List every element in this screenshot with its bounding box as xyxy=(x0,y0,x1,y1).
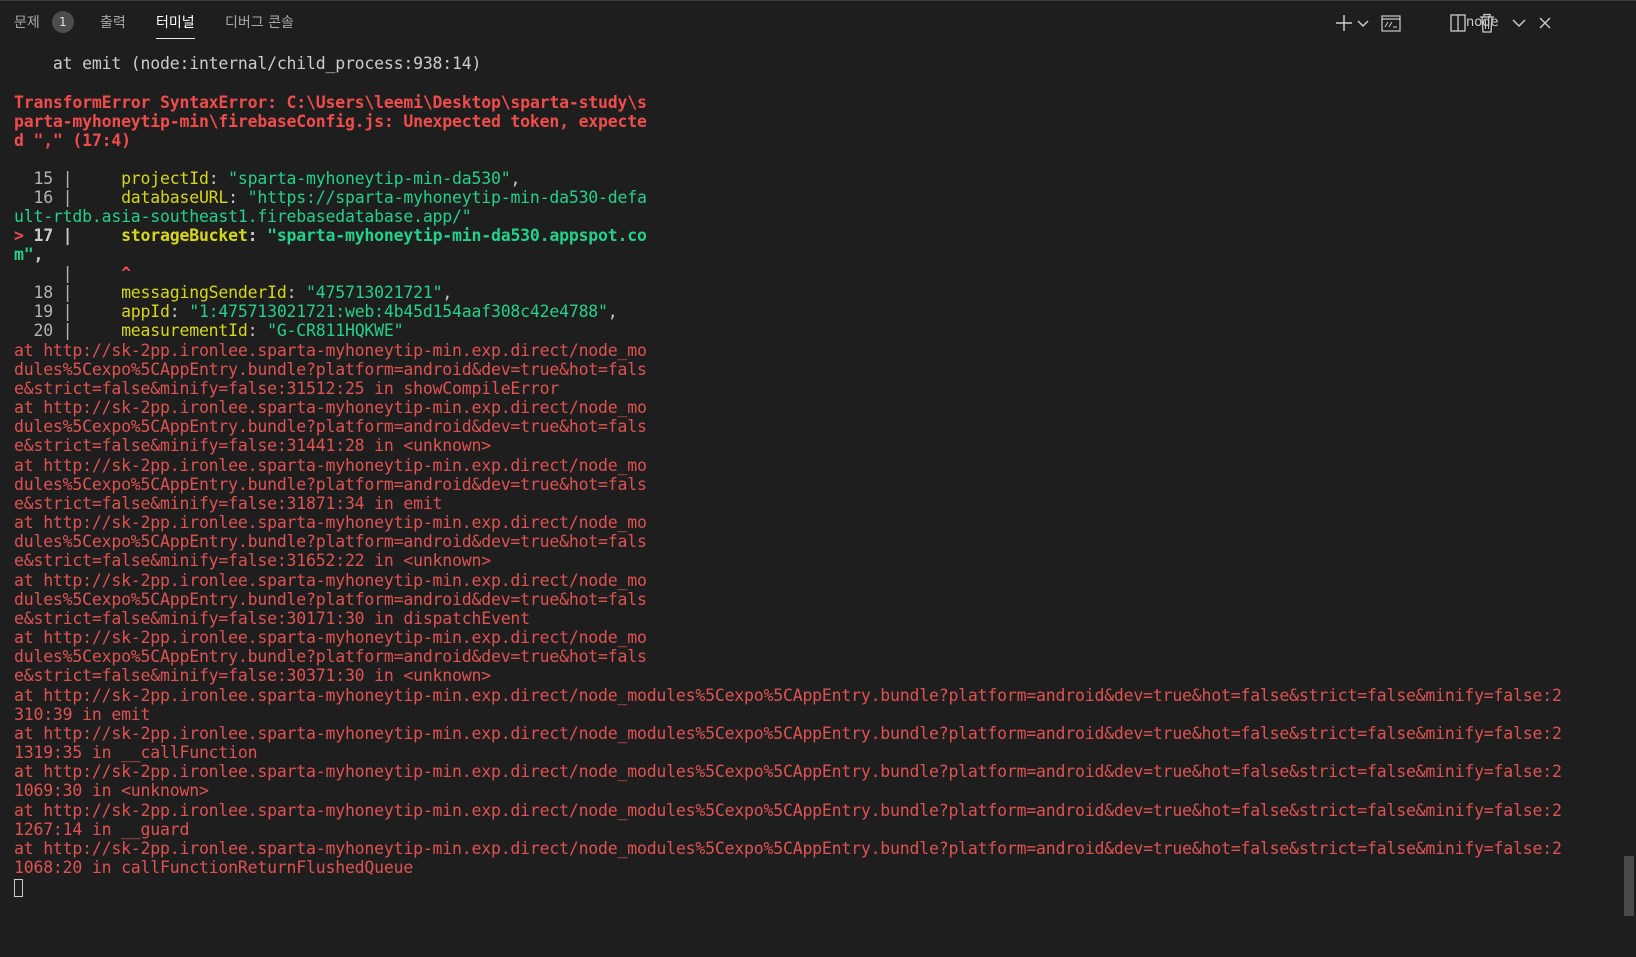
terminal-panel: 문제 1 출력 터미널 디버그 콘솔 node at emit (node:in… xyxy=(0,0,1636,957)
stack-trace-line: at http://sk-2pp.ironlee.sparta-myhoneyt… xyxy=(14,571,647,590)
code-line: ult-rtdb.asia-southeast1.firebasedatabas… xyxy=(14,207,472,227)
stack-trace-line: at http://sk-2pp.ironlee.sparta-myhoneyt… xyxy=(14,686,1562,705)
stack-trace-line: at http://sk-2pp.ironlee.sparta-myhoneyt… xyxy=(14,724,1562,743)
problems-count-badge: 1 xyxy=(51,11,74,33)
terminal-cursor xyxy=(14,879,23,897)
tab-terminal-label: 터미널 xyxy=(156,15,195,31)
stack-trace-line: at http://sk-2pp.ironlee.sparta-myhoneyt… xyxy=(14,762,1562,781)
code-key: projectId xyxy=(121,169,209,188)
stack-trace-line: e&strict=false&minify=false:31871:34 in … xyxy=(14,494,443,513)
code-key: storageBucket xyxy=(121,226,248,245)
stack-trace-line: dules%5Cexpo%5CAppEntry.bundle?platform=… xyxy=(14,532,647,551)
line-number: 19 | xyxy=(14,302,122,321)
stack-trace-line: 310:39 in emit xyxy=(14,705,151,724)
tab-output[interactable]: 출력 xyxy=(100,1,126,43)
code-colon: : xyxy=(247,321,268,340)
terminal-scrollbar[interactable] xyxy=(1624,856,1634,916)
terminal-line: at emit (node:internal/child_process:938… xyxy=(14,54,482,73)
tab-problems-label: 문제 xyxy=(14,15,40,31)
code-string: "https://sparta-myhoneytip-min-da530-def… xyxy=(247,188,647,207)
code-comma: , xyxy=(33,245,44,264)
tab-debug-console-label: 디버그 콘솔 xyxy=(225,15,294,31)
stack-trace-line: dules%5Cexpo%5CAppEntry.bundle?platform=… xyxy=(14,417,647,436)
code-comma: , xyxy=(442,283,453,302)
code-line: 18 | messagingSenderId: "475713021721", xyxy=(14,283,452,303)
error-line: TransformError SyntaxError: C:\Users\lee… xyxy=(14,93,647,112)
stack-trace-line: e&strict=false&minify=false:31652:22 in … xyxy=(14,551,491,570)
stack-trace-line: 1068:20 in callFunctionReturnFlushedQueu… xyxy=(14,858,414,877)
code-string: "G-CR811HQKWE" xyxy=(267,321,404,340)
code-line-highlighted: m", xyxy=(14,245,43,265)
code-line: 15 | projectId: "sparta-myhoneytip-min-d… xyxy=(14,169,520,189)
stack-trace-line: dules%5Cexpo%5CAppEntry.bundle?platform=… xyxy=(14,590,647,609)
stack-trace-line: at http://sk-2pp.ironlee.sparta-myhoneyt… xyxy=(14,456,647,475)
code-colon: : xyxy=(247,226,268,245)
stack-trace-line: e&strict=false&minify=false:30171:30 in … xyxy=(14,609,530,628)
code-string: "1:475713021721:web:4b45d154aaf308c42e47… xyxy=(189,302,608,321)
code-comma: , xyxy=(510,169,521,188)
code-line: 19 | appId: "1:475713021721:web:4b45d154… xyxy=(14,302,618,322)
stack-trace-line: at http://sk-2pp.ironlee.sparta-myhoneyt… xyxy=(14,628,647,647)
code-string: "sparta-myhoneytip-min-da530" xyxy=(228,169,511,188)
line-number: 18 | xyxy=(14,283,122,302)
gutter-bar: | xyxy=(14,264,122,283)
split-icon[interactable] xyxy=(1449,11,1467,35)
stack-trace-line: e&strict=false&minify=false:30371:30 in … xyxy=(14,666,491,685)
trash-icon[interactable] xyxy=(1478,11,1496,35)
code-string: "475713021721" xyxy=(306,283,443,302)
code-key: measurementId xyxy=(121,321,248,340)
stack-trace-line: at http://sk-2pp.ironlee.sparta-myhoneyt… xyxy=(14,513,647,532)
stack-trace-line: dules%5Cexpo%5CAppEntry.bundle?platform=… xyxy=(14,647,647,666)
stack-trace-line: e&strict=false&minify=false:31441:28 in … xyxy=(14,436,491,455)
code-comma: , xyxy=(607,302,618,321)
line-number: 15 | xyxy=(14,169,122,188)
code-key: messagingSenderId xyxy=(121,283,287,302)
chevron-down-icon[interactable] xyxy=(1356,11,1370,35)
code-line: | ^ xyxy=(14,264,131,284)
tab-output-label: 출력 xyxy=(100,15,126,31)
code-colon: : xyxy=(228,188,248,207)
tab-problems[interactable]: 문제 1 xyxy=(14,1,74,43)
code-colon: : xyxy=(286,283,307,302)
code-string: "sparta-myhoneytip-min-da530.appspot.co xyxy=(267,226,647,245)
stack-trace-line: at http://sk-2pp.ironlee.sparta-myhoneyt… xyxy=(14,801,1562,820)
chevron-down-icon[interactable] xyxy=(1510,11,1528,35)
error-line: parta-myhoneytip-min\firebaseConfig.js: … xyxy=(14,112,647,131)
line-number: 16 | xyxy=(14,188,122,207)
active-tab-indicator xyxy=(156,38,195,39)
stack-trace-line: at http://sk-2pp.ironlee.sparta-myhoneyt… xyxy=(14,341,647,360)
code-line: 16 | databaseURL: "https://sparta-myhone… xyxy=(14,188,647,208)
code-key: databaseURL xyxy=(121,188,229,207)
error-caret: ^ xyxy=(121,264,131,283)
stack-trace-line: 1319:35 in __callFunction xyxy=(14,743,258,762)
stack-trace-line: at http://sk-2pp.ironlee.sparta-myhoneyt… xyxy=(14,839,1562,858)
tab-terminal[interactable]: 터미널 xyxy=(156,1,195,43)
stack-trace-line: e&strict=false&minify=false:31512:25 in … xyxy=(14,379,560,398)
terminal-icon xyxy=(1380,11,1402,35)
close-icon[interactable] xyxy=(1536,11,1554,35)
stack-trace-line: dules%5Cexpo%5CAppEntry.bundle?platform=… xyxy=(14,360,647,379)
code-colon: : xyxy=(169,302,190,321)
code-colon: : xyxy=(208,169,229,188)
terminal-output[interactable]: at emit (node:internal/child_process:938… xyxy=(0,44,1620,957)
add-icon[interactable] xyxy=(1334,11,1354,35)
stack-trace-line: 1069:30 in <unknown> xyxy=(14,781,209,800)
code-string: ult-rtdb.asia-southeast1.firebasedatabas… xyxy=(14,207,472,226)
error-pointer: > xyxy=(14,226,34,245)
error-line: d "," (17:4) xyxy=(14,131,131,150)
code-string: m" xyxy=(14,245,34,264)
stack-trace-line: dules%5Cexpo%5CAppEntry.bundle?platform=… xyxy=(14,475,647,494)
code-line: 20 | measurementId: "G-CR811HQKWE" xyxy=(14,321,403,341)
stack-trace-line: at http://sk-2pp.ironlee.sparta-myhoneyt… xyxy=(14,398,647,417)
code-key: appId xyxy=(121,302,170,321)
line-number: 20 | xyxy=(14,321,122,340)
tab-debug-console[interactable]: 디버그 콘솔 xyxy=(225,1,294,43)
stack-trace-line: 1267:14 in __guard xyxy=(14,820,190,839)
panel-tab-bar: 문제 1 출력 터미널 디버그 콘솔 node xyxy=(0,0,1636,45)
code-line-highlighted: > 17 | storageBucket: "sparta-myhoneytip… xyxy=(14,226,647,246)
line-number: 17 | xyxy=(33,226,122,245)
